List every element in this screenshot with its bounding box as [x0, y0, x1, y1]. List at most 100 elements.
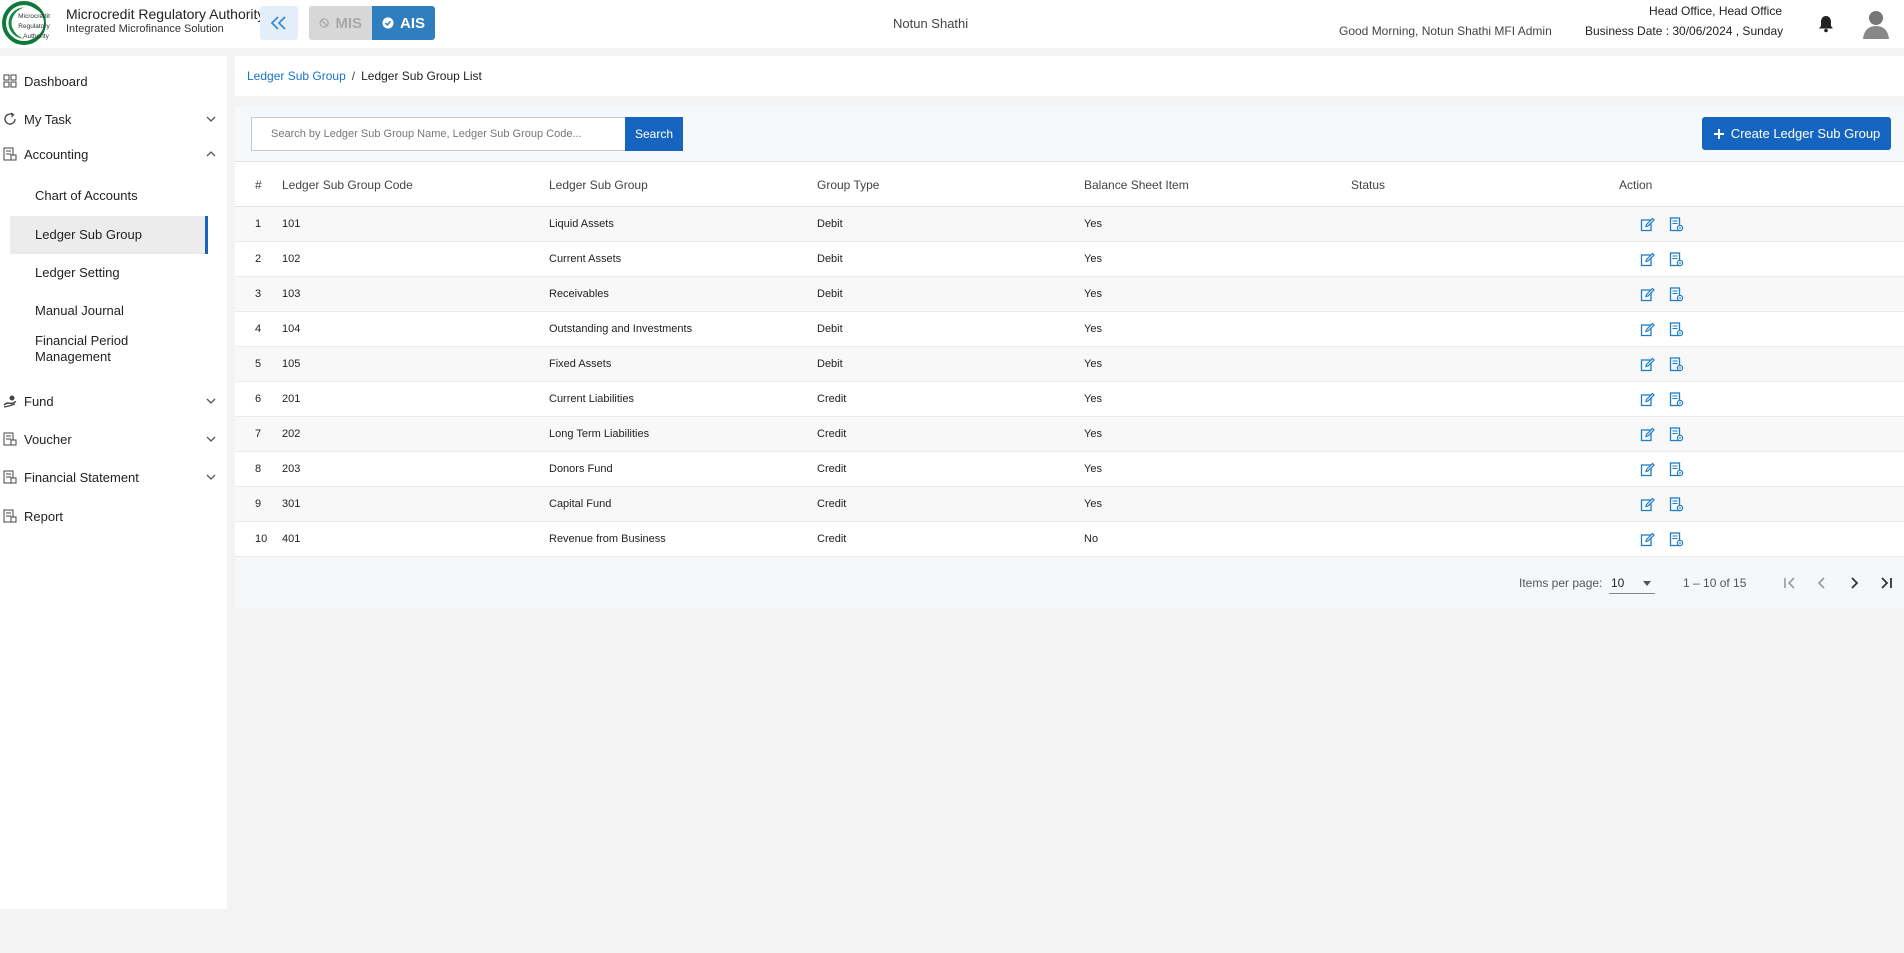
- cell-balance-sheet-item: Yes: [1084, 498, 1102, 510]
- sidebar-item-fund[interactable]: Fund: [0, 386, 227, 416]
- sidebar: Dashboard My Task Accounting Chart of Ac…: [0, 56, 227, 909]
- sidebar-item-voucher[interactable]: Voucher: [0, 424, 227, 454]
- cell-balance-sheet-item: Yes: [1084, 358, 1102, 370]
- table-row: 9 301 Capital Fund Credit Yes: [235, 487, 1904, 522]
- next-page-icon[interactable]: [1844, 573, 1864, 593]
- view-details-icon[interactable]: [1669, 322, 1684, 337]
- cell-balance-sheet-item: Yes: [1084, 323, 1102, 335]
- cell-balance-sheet-item: Yes: [1084, 428, 1102, 440]
- view-details-icon[interactable]: [1669, 497, 1684, 512]
- cell-code: 301: [282, 498, 301, 510]
- sidebar-subitem-label: Financial Period Management: [35, 333, 129, 364]
- chevron-down-icon: [206, 398, 216, 404]
- last-page-icon[interactable]: [1876, 573, 1896, 593]
- cell-balance-sheet-item: Yes: [1084, 463, 1102, 475]
- view-details-icon[interactable]: [1669, 392, 1684, 407]
- cell-index: 10: [255, 533, 268, 545]
- module-mis-label: MIS: [335, 14, 362, 32]
- edit-icon[interactable]: [1640, 322, 1655, 337]
- first-page-icon[interactable]: [1780, 573, 1800, 593]
- paginator: Items per page: 10 1 – 10 of 15: [235, 557, 1904, 608]
- notification-bell-icon[interactable]: [1816, 14, 1836, 34]
- chevron-down-icon: [206, 436, 216, 442]
- column-header-code: Ledger Sub Group Code: [282, 178, 413, 192]
- sidebar-item-accounting[interactable]: Accounting: [0, 139, 227, 169]
- cell-group-type: Credit: [817, 498, 847, 510]
- edit-icon[interactable]: [1640, 287, 1655, 302]
- table-row: 4 104 Outstanding and Investments Debit Yes: [235, 312, 1904, 347]
- sidebar-item-label: Financial Statement: [24, 469, 139, 485]
- view-details-icon[interactable]: [1669, 252, 1684, 267]
- sidebar-item-manual-journal[interactable]: Manual Journal: [10, 292, 208, 330]
- cell-code: 105: [282, 358, 301, 370]
- plus-icon: [1713, 128, 1724, 139]
- edit-icon[interactable]: [1640, 497, 1655, 512]
- svg-text:Regulatory: Regulatory: [18, 23, 50, 30]
- breadcrumb-link-ledger-sub-group[interactable]: Ledger Sub Group: [247, 69, 346, 83]
- view-details-icon[interactable]: [1669, 287, 1684, 302]
- module-toggle: MIS AIS: [309, 6, 435, 40]
- ledger-sub-group-panel: Search Create Ledger Sub Group # Ledger …: [235, 106, 1904, 608]
- edit-icon[interactable]: [1640, 427, 1655, 442]
- table-header: # Ledger Sub Group Code Ledger Sub Group…: [235, 162, 1904, 207]
- cell-balance-sheet-item: Yes: [1084, 218, 1102, 230]
- cell-code: 101: [282, 218, 301, 230]
- cell-group-type: Credit: [817, 463, 847, 475]
- sidebar-item-financial-statement[interactable]: Financial Statement: [0, 462, 227, 492]
- table-toolbar: Search Create Ledger Sub Group: [235, 106, 1904, 162]
- cell-group-type: Debit: [817, 218, 843, 230]
- table-row: 2 102 Current Assets Debit Yes: [235, 242, 1904, 277]
- previous-page-icon[interactable]: [1812, 573, 1832, 593]
- items-per-page-value: 10: [1611, 576, 1625, 590]
- user-greeting: Good Morning, Notun Shathi MFI Admin: [1339, 24, 1552, 38]
- hand-coin-icon: [3, 395, 17, 408]
- view-details-icon[interactable]: [1669, 357, 1684, 372]
- edit-icon[interactable]: [1640, 392, 1655, 407]
- org-subtitle: Integrated Microfinance Solution: [66, 23, 224, 35]
- edit-icon[interactable]: [1640, 217, 1655, 232]
- cell-code: 202: [282, 428, 301, 440]
- ledger-icon: [3, 470, 17, 484]
- ledger-icon: [3, 509, 17, 523]
- breadcrumb: Ledger Sub Group / Ledger Sub Group List: [235, 56, 1904, 96]
- cell-name: Current Assets: [549, 253, 622, 265]
- sidebar-item-report[interactable]: Report: [0, 501, 227, 531]
- edit-icon[interactable]: [1640, 357, 1655, 372]
- user-avatar-icon[interactable]: [1860, 8, 1892, 40]
- view-details-icon[interactable]: [1669, 217, 1684, 232]
- cell-index: 1: [255, 218, 262, 230]
- cell-index: 4: [255, 323, 262, 335]
- module-mis-button[interactable]: MIS: [309, 6, 372, 40]
- sidebar-subitem-label: Chart of Accounts: [35, 188, 138, 203]
- sidebar-item-ledger-sub-group[interactable]: Ledger Sub Group: [10, 216, 208, 254]
- search-button[interactable]: Search: [625, 117, 683, 151]
- sidebar-item-financial-period-management[interactable]: Financial Period Management: [10, 330, 208, 368]
- create-ledger-sub-group-button[interactable]: Create Ledger Sub Group: [1702, 117, 1891, 150]
- edit-icon[interactable]: [1640, 252, 1655, 267]
- sidebar-item-ledger-setting[interactable]: Ledger Setting: [10, 254, 208, 292]
- search-input[interactable]: [251, 117, 627, 151]
- chevron-down-icon: [206, 116, 216, 122]
- cell-code: 104: [282, 323, 301, 335]
- view-details-icon[interactable]: [1669, 462, 1684, 477]
- sidebar-collapse-button[interactable]: [260, 6, 298, 40]
- sidebar-item-label: Dashboard: [24, 73, 88, 89]
- cell-name: Revenue from Business: [549, 533, 666, 545]
- view-details-icon[interactable]: [1669, 427, 1684, 442]
- view-details-icon[interactable]: [1669, 532, 1684, 547]
- column-header-balance-sheet-item: Balance Sheet Item: [1084, 178, 1189, 192]
- sidebar-item-dashboard[interactable]: Dashboard: [0, 66, 227, 96]
- edit-icon[interactable]: [1640, 532, 1655, 547]
- create-button-label: Create Ledger Sub Group: [1730, 126, 1881, 141]
- office-name: Head Office, Head Office: [1649, 4, 1782, 18]
- sidebar-item-my-task[interactable]: My Task: [0, 104, 227, 134]
- sidebar-subitem-label: Manual Journal: [35, 303, 124, 318]
- cell-index: 7: [255, 428, 262, 440]
- sidebar-item-chart-of-accounts[interactable]: Chart of Accounts: [10, 177, 208, 215]
- edit-icon[interactable]: [1640, 462, 1655, 477]
- cell-name: Liquid Assets: [549, 218, 614, 230]
- module-ais-button[interactable]: AIS: [372, 6, 435, 40]
- items-per-page-select[interactable]: 10: [1609, 570, 1655, 594]
- column-header-action: Action: [1619, 178, 1653, 192]
- check-circle-icon: [382, 17, 394, 29]
